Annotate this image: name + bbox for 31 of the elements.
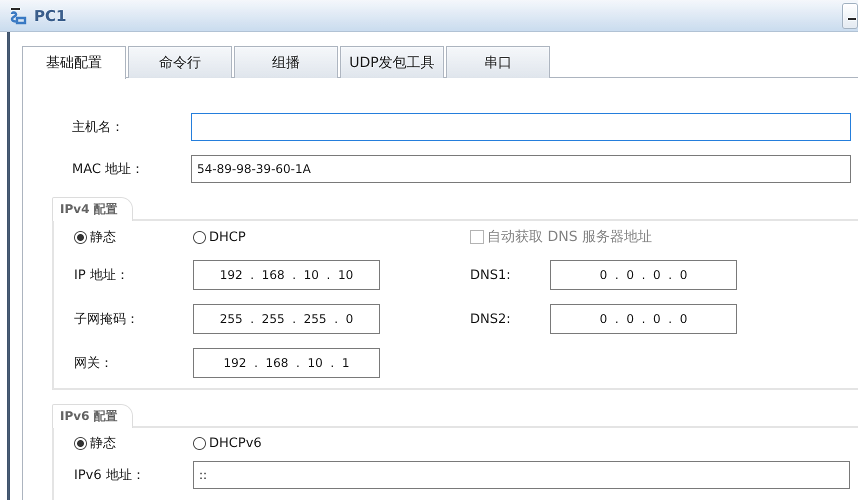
tab[interactable]: 组播 <box>234 46 338 78</box>
radio-button[interactable]: 静态 <box>74 434 193 452</box>
field-label: IPv6 地址： <box>74 467 146 484</box>
field-label: DNS1: <box>470 268 512 282</box>
input-field[interactable]: :: <box>193 461 850 489</box>
ip-address-field[interactable]: 0 . 0 . 0 . 0 <box>550 304 737 334</box>
field-label: 网关： <box>74 355 114 372</box>
field-label: IP 地址： <box>74 267 130 284</box>
radio-button[interactable]: DHCPv6 <box>193 434 262 452</box>
ip-address-field[interactable]: 0 . 0 . 0 . 0 <box>550 260 737 290</box>
input-field[interactable] <box>191 113 851 141</box>
field-label: 主机名： <box>72 119 125 136</box>
window-title: PC1 <box>34 6 68 24</box>
tab[interactable]: UDP发包工具 <box>340 46 444 78</box>
radio-button[interactable]: DHCP <box>193 230 380 244</box>
ip-address-field[interactable]: 192 . 168 . 10 . 1 <box>193 348 380 378</box>
minimize-icon <box>848 18 856 20</box>
tab[interactable]: 命令行 <box>128 46 232 78</box>
field-label: 子网掩码： <box>74 311 140 328</box>
ip-address-field[interactable]: 255 . 255 . 255 . 0 <box>193 304 380 334</box>
field-label: DNS2: <box>470 312 512 326</box>
field-label: MAC 地址： <box>72 161 146 178</box>
app-icon <box>8 6 28 26</box>
radio-button[interactable]: 静态 <box>74 228 193 246</box>
input-field[interactable]: 54-89-98-39-60-1A <box>191 155 851 183</box>
tab[interactable]: 基础配置 <box>22 46 126 79</box>
minimize-button[interactable] <box>842 2 858 28</box>
ip-address-field[interactable]: 192 . 168 . 10 . 10 <box>193 260 380 290</box>
tab[interactable]: 串口 <box>446 46 550 78</box>
group-title: IPv4 配置 <box>52 197 133 221</box>
group-title: IPv6 配置 <box>52 404 133 428</box>
